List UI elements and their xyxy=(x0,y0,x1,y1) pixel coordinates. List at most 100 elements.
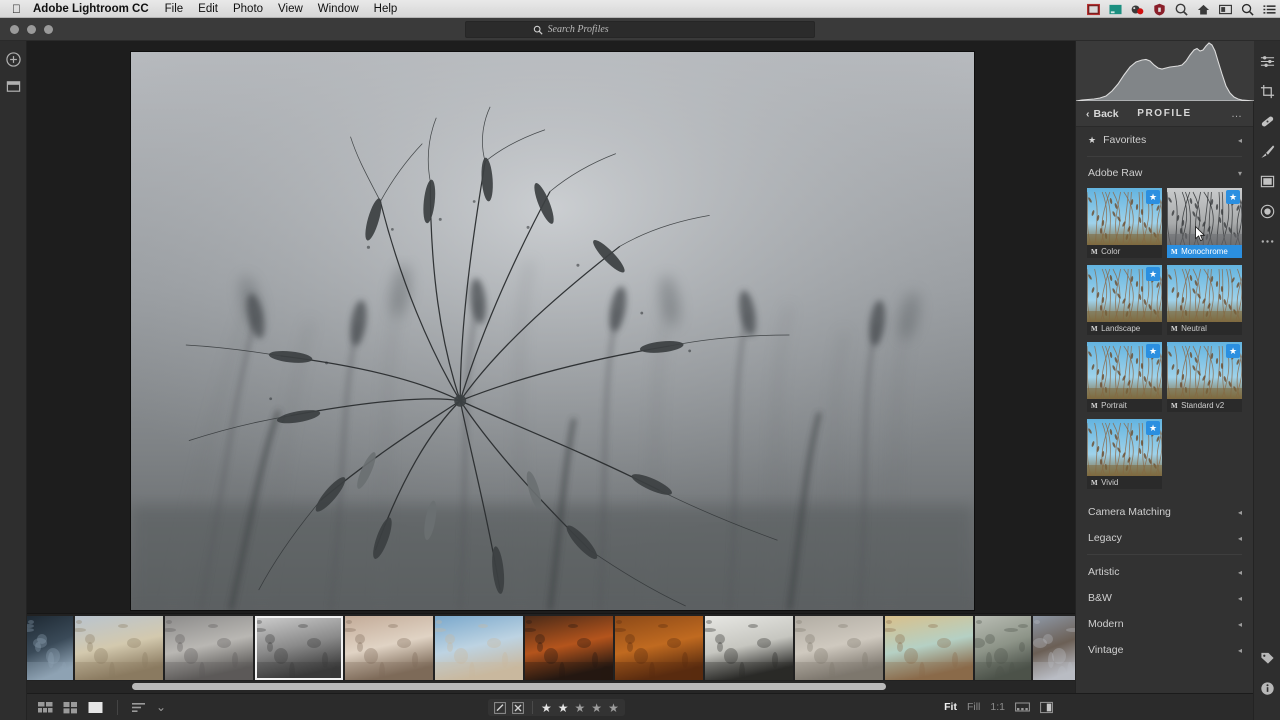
zoom-fill-button[interactable]: Fill xyxy=(967,701,980,713)
flag-reject-icon[interactable] xyxy=(512,701,524,714)
filmstrip-thumbnail[interactable] xyxy=(27,616,73,680)
section-expand-arrow[interactable]: ◂ xyxy=(1238,508,1242,517)
profile-section-b-w[interactable]: B&W ◂ xyxy=(1076,585,1253,611)
star-rating-4[interactable]: ★ xyxy=(591,702,602,714)
filmstrip-thumbnail[interactable] xyxy=(345,616,433,680)
profile-section-modern[interactable]: Modern ◂ xyxy=(1076,611,1253,637)
section-expand-arrow[interactable]: ◂ xyxy=(1238,568,1242,577)
favorite-star-badge[interactable]: ★ xyxy=(1146,344,1160,358)
star-rating-3[interactable]: ★ xyxy=(575,702,586,714)
filmstrip-scrollbar-track[interactable] xyxy=(27,681,1075,693)
favorites-collapse-arrow[interactable]: ◂ xyxy=(1238,136,1242,145)
adobe-raw-group-header[interactable]: Adobe Raw ▾ xyxy=(1076,160,1253,186)
filmstrip-thumbnail[interactable] xyxy=(885,616,973,680)
filmstrip-thumbnail[interactable] xyxy=(705,616,793,680)
profile-card-vivid[interactable]: ★ M Vivid xyxy=(1087,419,1162,489)
favorite-star-badge[interactable]: ★ xyxy=(1146,421,1160,435)
crop-icon[interactable] xyxy=(1260,84,1275,99)
menu-view[interactable]: View xyxy=(278,3,303,15)
menu-edit[interactable]: Edit xyxy=(198,3,218,15)
home-icon[interactable] xyxy=(1197,3,1210,16)
menu-help[interactable]: Help xyxy=(374,3,398,15)
star-rating-2[interactable]: ★ xyxy=(558,702,569,714)
profile-card-standard-v2[interactable]: ★ M Standard v2 xyxy=(1167,342,1242,412)
minimize-button[interactable] xyxy=(27,25,36,34)
star-rating-5[interactable]: ★ xyxy=(608,702,619,714)
filmstrip-icon[interactable] xyxy=(1015,701,1030,714)
list-icon[interactable] xyxy=(1263,3,1276,16)
filmstrip-thumbnails[interactable] xyxy=(27,614,1085,682)
profile-card-color[interactable]: ★ M Color xyxy=(1087,188,1162,258)
zoom-button[interactable] xyxy=(44,25,53,34)
filmstrip-scrollbar-thumb[interactable] xyxy=(131,683,887,690)
profile-section-artistic[interactable]: Artistic ◂ xyxy=(1076,559,1253,585)
favorite-star-badge[interactable]: ★ xyxy=(1146,267,1160,281)
favorite-star-badge[interactable]: ★ xyxy=(1146,190,1160,204)
filmstrip-thumbnail[interactable] xyxy=(255,616,343,680)
single-photo-icon[interactable] xyxy=(87,700,104,715)
profile-card-neutral[interactable]: M Neutral xyxy=(1167,265,1242,335)
dropbox-icon[interactable] xyxy=(1131,3,1144,16)
main-photo-image xyxy=(131,52,974,610)
favorite-star-badge[interactable]: ★ xyxy=(1226,190,1240,204)
panel-more-icon[interactable]: … xyxy=(1231,108,1243,120)
gradient-square-icon[interactable] xyxy=(1260,174,1275,189)
tag-icon[interactable] xyxy=(1260,651,1275,666)
section-expand-arrow[interactable]: ◂ xyxy=(1238,646,1242,655)
zoom-fit-button[interactable]: Fit xyxy=(944,701,957,713)
filmstrip-thumbnail[interactable] xyxy=(615,616,703,680)
favorites-section-header[interactable]: ★ Favorites ◂ xyxy=(1076,127,1253,153)
apple-menu-icon[interactable]:  xyxy=(12,3,21,15)
section-expand-arrow[interactable]: ◂ xyxy=(1238,594,1242,603)
filmstrip-thumbnail[interactable] xyxy=(75,616,163,680)
filmstrip-thumbnail[interactable] xyxy=(975,616,1031,680)
sliders-icon[interactable] xyxy=(1260,54,1275,69)
bandage-icon[interactable] xyxy=(1260,114,1275,129)
histogram[interactable] xyxy=(1076,41,1254,101)
favorite-star-badge[interactable]: ★ xyxy=(1226,344,1240,358)
radial-circle-icon[interactable] xyxy=(1260,204,1275,219)
screenshot-icon[interactable] xyxy=(1087,3,1100,16)
close-button[interactable] xyxy=(10,25,19,34)
back-button[interactable]: ‹ Back xyxy=(1086,108,1119,120)
sort-lines-icon[interactable] xyxy=(131,700,148,715)
menu-window[interactable]: Window xyxy=(318,3,359,15)
spotlight-icon[interactable] xyxy=(1241,3,1254,16)
shield-icon[interactable] xyxy=(1153,3,1166,16)
filmstrip-thumbnail[interactable] xyxy=(795,616,883,680)
paintbrush-icon[interactable] xyxy=(1260,144,1275,159)
app-name-menu[interactable]: Adobe Lightroom CC xyxy=(33,3,149,15)
plus-circle-icon[interactable] xyxy=(6,52,21,67)
zoom-1to1-button[interactable]: 1:1 xyxy=(990,701,1005,713)
filmstrip-thumbnail[interactable] xyxy=(525,616,613,680)
filmstrip-thumbnail[interactable] xyxy=(165,616,253,680)
display-icon[interactable] xyxy=(1109,3,1122,16)
search-input[interactable] xyxy=(547,24,748,35)
filmstrip-thumbnail[interactable] xyxy=(435,616,523,680)
search-profiles-bar[interactable] xyxy=(465,21,815,38)
menu-file[interactable]: File xyxy=(165,3,184,15)
profile-card-monochrome[interactable]: ★ M Monochrome xyxy=(1167,188,1242,258)
archive-box-icon[interactable] xyxy=(6,79,21,94)
profile-section-legacy[interactable]: Legacy ◂ xyxy=(1076,525,1253,551)
profile-section-camera-matching[interactable]: Camera Matching ◂ xyxy=(1076,499,1253,525)
profile-card-landscape[interactable]: ★ M Landscape xyxy=(1087,265,1162,335)
search-tool-icon[interactable] xyxy=(1175,3,1188,16)
profile-card-portrait[interactable]: ★ M Portrait xyxy=(1087,342,1162,412)
section-expand-arrow[interactable]: ◂ xyxy=(1238,534,1242,543)
adobe-raw-expand-arrow[interactable]: ▾ xyxy=(1238,169,1242,178)
before-after-icon[interactable] xyxy=(1040,701,1053,714)
main-photo[interactable] xyxy=(130,51,975,611)
section-expand-arrow[interactable]: ◂ xyxy=(1238,620,1242,629)
grid-icon[interactable] xyxy=(62,700,79,715)
menu-photo[interactable]: Photo xyxy=(233,3,263,15)
window-icon[interactable] xyxy=(1219,3,1232,16)
profile-name: Color xyxy=(1101,247,1121,256)
info-circle-icon[interactable] xyxy=(1260,681,1275,696)
compare-grid-icon[interactable] xyxy=(37,700,54,715)
star-rating-1[interactable]: ★ xyxy=(541,702,552,714)
ellipsis-icon[interactable] xyxy=(1260,234,1275,249)
profile-section-vintage[interactable]: Vintage ◂ xyxy=(1076,637,1253,663)
flag-pick-icon[interactable] xyxy=(494,701,506,714)
sort-chevron-icon[interactable]: ⌄ xyxy=(156,701,166,713)
